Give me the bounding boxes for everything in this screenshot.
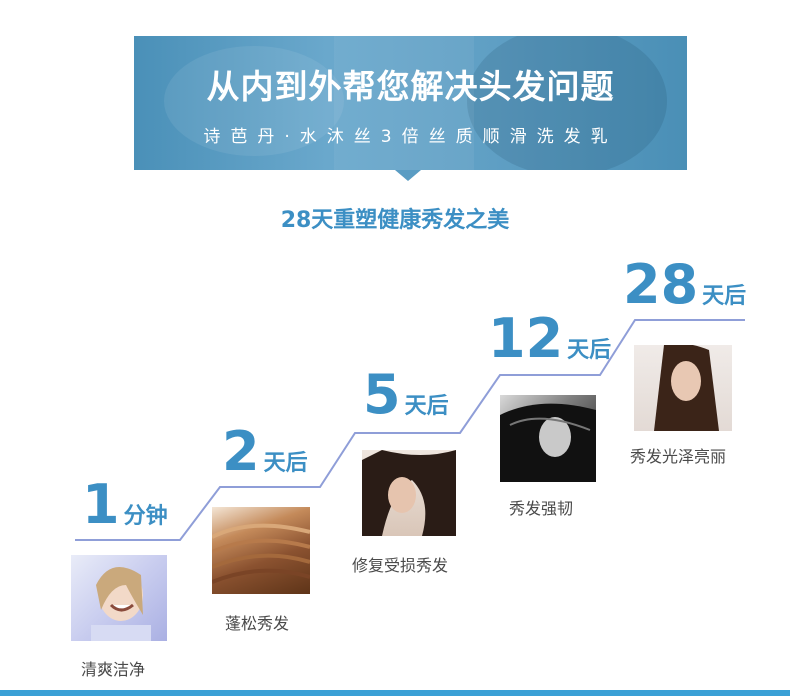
step-4-label: 12 天后 [488, 312, 611, 366]
step-3-unit: 天后 [404, 394, 449, 419]
step-3-label: 5 天后 [363, 368, 449, 422]
step-2-number: 2 [222, 420, 260, 483]
bottom-bar [0, 690, 790, 696]
step-1-caption: 清爽洁净 [81, 660, 146, 679]
step-5-caption: 秀发光泽亮丽 [630, 447, 727, 466]
smiling-woman-photo [71, 555, 167, 641]
step-3-number: 5 [363, 363, 401, 426]
step-5-number: 28 [623, 253, 699, 316]
step-2-label: 2 天后 [222, 425, 308, 479]
black-white-hair-photo [500, 395, 596, 482]
step-2-caption: 蓬松秀发 [225, 614, 290, 633]
step-5-label: 28 天后 [623, 258, 746, 312]
step-1-label: 1 分钟 [82, 478, 168, 532]
windblown-hair-photo [362, 450, 456, 536]
step-2-unit: 天后 [263, 451, 308, 476]
step-4-caption: 秀发强韧 [509, 499, 574, 518]
step-4-number: 12 [488, 307, 564, 370]
long-hair-woman-photo [634, 345, 732, 431]
step-3-caption: 修复受损秀发 [352, 556, 449, 575]
step-1-number: 1 [82, 473, 120, 536]
step-5-unit: 天后 [702, 284, 747, 309]
brown-hair-photo [212, 507, 310, 594]
step-1-unit: 分钟 [123, 504, 168, 529]
step-4-unit: 天后 [567, 338, 612, 363]
